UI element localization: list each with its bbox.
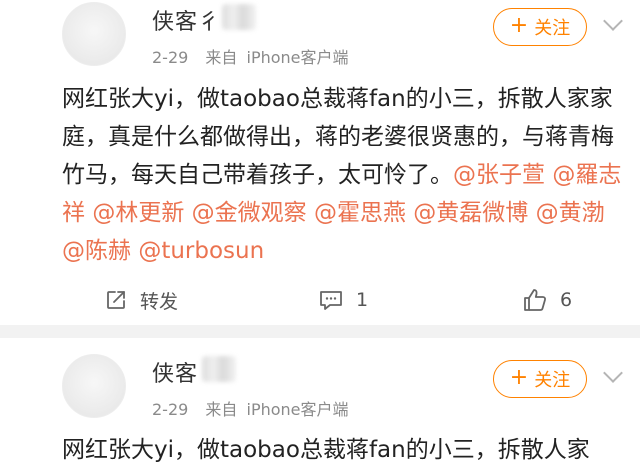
mention-link[interactable]: @金微观察 (192, 200, 307, 226)
source-prefix: 来自 (205, 400, 238, 419)
post-text (528, 200, 535, 226)
mention-link[interactable]: @黄磊微博 (413, 200, 528, 226)
follow-button[interactable]: + 关注 (493, 8, 587, 46)
comment-count: 1 (356, 289, 369, 311)
post-content: 网红张大yi，做taobao总裁蒋fan的小三，拆散人家家庭，真是什么都做得出，… (62, 80, 622, 270)
mention-link[interactable]: @陈赫 (62, 238, 131, 264)
follow-button[interactable]: + 关注 (493, 360, 587, 398)
comment-button[interactable]: 1 (318, 280, 368, 320)
plus-icon: + (509, 13, 529, 38)
chevron-down-icon[interactable] (603, 11, 623, 31)
plus-icon: + (509, 365, 529, 390)
blurred-username-mask (222, 4, 256, 30)
post-text (307, 200, 314, 226)
post-date: 2-29 (152, 400, 189, 419)
weibo-feed: 侠客彳 2-29 来自 iPhone客户端 + 关注 网红张大yi，做taoba… (0, 0, 640, 472)
post-separator (0, 325, 640, 338)
action-bar: 转发 1 6 (0, 280, 640, 320)
source-device: iPhone客户端 (246, 400, 349, 419)
post-card: 侠客 2-29 来自 iPhone客户端 + 关注 网红张大yi，做taobao… (0, 338, 640, 472)
post-text (184, 200, 191, 226)
repost-label: 转发 (140, 290, 179, 313)
post-content: 网红张大yi，做taobao总裁蒋fan的小三，拆散人家 (62, 437, 590, 463)
mention-link[interactable]: @黄渤 (536, 200, 605, 226)
chevron-down-icon[interactable] (603, 363, 623, 383)
mention-link[interactable]: @张子萱 (453, 162, 545, 188)
source-prefix: 来自 (205, 48, 238, 67)
avatar[interactable] (62, 2, 126, 66)
mention-link[interactable]: @霍思燕 (314, 200, 406, 226)
comment-icon (320, 291, 342, 310)
mention-link[interactable]: @林更新 (92, 200, 184, 226)
follow-label: 关注 (534, 370, 571, 391)
mention-link[interactable]: @turbosun (138, 238, 264, 264)
repost-icon (107, 291, 125, 309)
username[interactable]: 侠客 (152, 356, 198, 388)
post-meta: 2-29 来自 iPhone客户端 (152, 44, 349, 68)
like-icon (524, 289, 547, 311)
source-device: iPhone客户端 (246, 48, 349, 67)
blurred-username-mask (202, 356, 236, 382)
avatar[interactable] (62, 354, 126, 418)
post-meta: 2-29 来自 iPhone客户端 (152, 396, 349, 420)
follow-label: 关注 (534, 18, 571, 39)
like-button[interactable]: 6 (522, 280, 572, 320)
like-count: 6 (560, 289, 573, 311)
post-date: 2-29 (152, 48, 189, 67)
post-card: 侠客彳 2-29 来自 iPhone客户端 + 关注 网红张大yi，做taoba… (0, 0, 640, 338)
username[interactable]: 侠客彳 (152, 4, 221, 36)
repost-button[interactable]: 转发 (104, 280, 178, 320)
